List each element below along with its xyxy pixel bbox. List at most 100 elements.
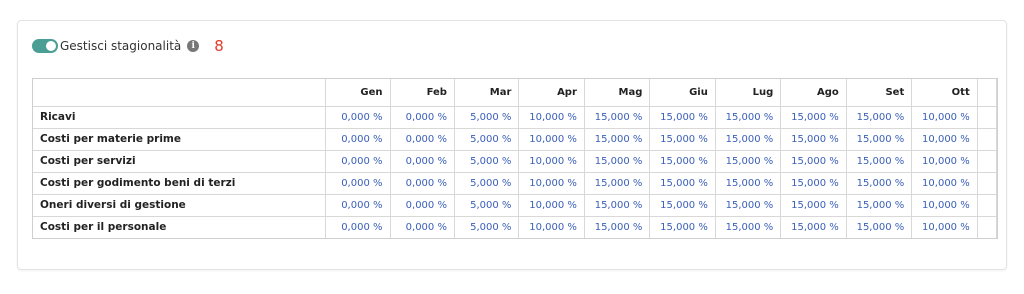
column-header-month: Set: [846, 79, 913, 107]
percentage-cell[interactable]: 5,000 %: [454, 172, 520, 195]
seasonality-toggle-row: Gestisci stagionalità i 8: [32, 37, 224, 55]
percentage-cell[interactable]: 10,000 %: [911, 194, 978, 217]
percentage-cell[interactable]: 0,000 %: [390, 172, 455, 195]
percentage-cell[interactable]: 15,000 %: [649, 216, 716, 238]
column-header-month: Lug: [715, 79, 782, 107]
percentage-cell[interactable]: 15,000 %: [584, 216, 651, 238]
percentage-cell[interactable]: 10,000 %: [518, 216, 585, 238]
column-header-month: Feb: [390, 79, 455, 107]
percentage-cell[interactable]: 15,000 %: [846, 194, 913, 217]
table-row: Ricavi 0,000 % 0,000 % 5,000 % 10,000 % 15,00…: [33, 106, 997, 129]
percentage-cell[interactable]: 10,000 %: [911, 216, 978, 238]
percentage-cell[interactable]: 15,000 %: [649, 128, 716, 151]
percentage-cell[interactable]: 0,000 %: [390, 106, 455, 129]
row-label: Oneri diversi di gestione: [33, 194, 327, 217]
column-header-month: Giu: [649, 79, 716, 107]
column-header-month: Mag: [584, 79, 651, 107]
percentage-cell[interactable]: 15,000 %: [846, 172, 913, 195]
percentage-cell[interactable]: 10,000 %: [518, 194, 585, 217]
percentage-cell[interactable]: 10,000 %: [911, 106, 978, 129]
seasonality-panel: Gestisci stagionalità i 8 Gen Feb Mar Apr Ma…: [17, 20, 1007, 270]
percentage-cell[interactable]: 15,000 %: [780, 128, 847, 151]
percentage-cell[interactable]: 0,000 %: [390, 216, 455, 238]
percentage-cell[interactable]: 10,000 %: [911, 172, 978, 195]
percentage-cell[interactable]: 10,000 %: [911, 128, 978, 151]
percentage-cell[interactable]: 15,000 %: [846, 106, 913, 129]
percentage-cell[interactable]: 0,000 %: [390, 128, 455, 151]
percentage-cell[interactable]: 15,000 %: [584, 106, 651, 129]
overflow-cell: [977, 150, 997, 173]
percentage-cell[interactable]: 0,000 %: [325, 150, 391, 173]
row-label: Ricavi: [33, 106, 327, 129]
percentage-cell[interactable]: 5,000 %: [454, 216, 520, 238]
percentage-cell[interactable]: 0,000 %: [325, 216, 391, 238]
percentage-cell[interactable]: 15,000 %: [780, 216, 847, 238]
column-header-month: Ott: [911, 79, 978, 107]
overflow-cell: [977, 216, 997, 238]
table-body: Ricavi 0,000 % 0,000 % 5,000 % 10,000 % 15,00…: [33, 106, 997, 238]
percentage-cell[interactable]: 15,000 %: [649, 106, 716, 129]
overflow-cell: [977, 172, 997, 195]
overflow-cell: [977, 128, 997, 151]
percentage-cell[interactable]: 15,000 %: [584, 150, 651, 173]
seasonality-toggle-label[interactable]: Gestisci stagionalità: [60, 39, 181, 53]
percentage-cell[interactable]: 0,000 %: [325, 106, 391, 129]
table-row: Costi per materie prime 0,000 % 0,000 % 5,0…: [33, 128, 997, 151]
percentage-cell[interactable]: 10,000 %: [518, 106, 585, 129]
row-label: Costi per materie prime: [33, 128, 327, 151]
percentage-cell[interactable]: 15,000 %: [846, 128, 913, 151]
percentage-cell[interactable]: 0,000 %: [325, 172, 391, 195]
percentage-cell[interactable]: 0,000 %: [390, 150, 455, 173]
seasonality-table: Gen Feb Mar Apr Mag Giu Lug Ago Set Ott Ricavi 0,0…: [33, 79, 997, 238]
table-row: Oneri diversi di gestione 0,000 % 0,000 % 5…: [33, 194, 997, 217]
overflow-cell: [977, 106, 997, 129]
percentage-cell[interactable]: 10,000 %: [518, 150, 585, 173]
percentage-cell[interactable]: 15,000 %: [780, 150, 847, 173]
percentage-cell[interactable]: 5,000 %: [454, 128, 520, 151]
percentage-cell[interactable]: 5,000 %: [454, 150, 520, 173]
percentage-cell[interactable]: 15,000 %: [715, 172, 782, 195]
percentage-cell[interactable]: 15,000 %: [846, 216, 913, 238]
toggle-knob: [46, 41, 56, 51]
seasonality-toggle[interactable]: [32, 39, 58, 53]
percentage-cell[interactable]: 15,000 %: [649, 150, 716, 173]
percentage-cell[interactable]: 15,000 %: [715, 150, 782, 173]
column-header-month: Apr: [518, 79, 585, 107]
row-label: Costi per servizi: [33, 150, 327, 173]
overflow-cell: [977, 194, 997, 217]
percentage-cell[interactable]: 15,000 %: [780, 172, 847, 195]
percentage-cell[interactable]: 0,000 %: [325, 128, 391, 151]
percentage-cell[interactable]: 15,000 %: [780, 106, 847, 129]
seasonality-table-scroll[interactable]: Gen Feb Mar Apr Mag Giu Lug Ago Set Ott Ricavi 0,0…: [32, 78, 998, 239]
percentage-cell[interactable]: 15,000 %: [649, 172, 716, 195]
percentage-cell[interactable]: 15,000 %: [780, 194, 847, 217]
column-header-month: Gen: [325, 79, 391, 107]
percentage-cell[interactable]: 15,000 %: [846, 150, 913, 173]
percentage-cell[interactable]: 15,000 %: [715, 128, 782, 151]
column-header-label: [33, 79, 327, 107]
percentage-cell[interactable]: 15,000 %: [584, 128, 651, 151]
percentage-cell[interactable]: 15,000 %: [649, 194, 716, 217]
table-header-row: Gen Feb Mar Apr Mag Giu Lug Ago Set Ott: [33, 79, 997, 107]
percentage-cell[interactable]: 15,000 %: [715, 106, 782, 129]
percentage-cell[interactable]: 0,000 %: [325, 194, 391, 217]
percentage-cell[interactable]: 15,000 %: [715, 216, 782, 238]
percentage-cell[interactable]: 10,000 %: [518, 128, 585, 151]
column-header-month: Ago: [780, 79, 847, 107]
percentage-cell[interactable]: 10,000 %: [518, 172, 585, 195]
count-badge: 8: [214, 37, 224, 55]
info-icon[interactable]: i: [187, 40, 200, 52]
percentage-cell[interactable]: 0,000 %: [390, 194, 455, 217]
percentage-cell[interactable]: 15,000 %: [715, 194, 782, 217]
column-header-month: Mar: [454, 79, 520, 107]
percentage-cell[interactable]: 10,000 %: [911, 150, 978, 173]
percentage-cell[interactable]: 5,000 %: [454, 194, 520, 217]
row-label: Costi per godimento beni di terzi: [33, 172, 327, 195]
percentage-cell[interactable]: 15,000 %: [584, 172, 651, 195]
percentage-cell[interactable]: 15,000 %: [584, 194, 651, 217]
table-row: Costi per godimento beni di terzi 0,000 %…: [33, 172, 997, 195]
percentage-cell[interactable]: 5,000 %: [454, 106, 520, 129]
table-row: Costi per servizi 0,000 % 0,000 % 5,000 % 10…: [33, 150, 997, 173]
table-row: Costi per il personale 0,000 % 0,000 % 5,00…: [33, 216, 997, 238]
row-label: Costi per il personale: [33, 216, 327, 238]
